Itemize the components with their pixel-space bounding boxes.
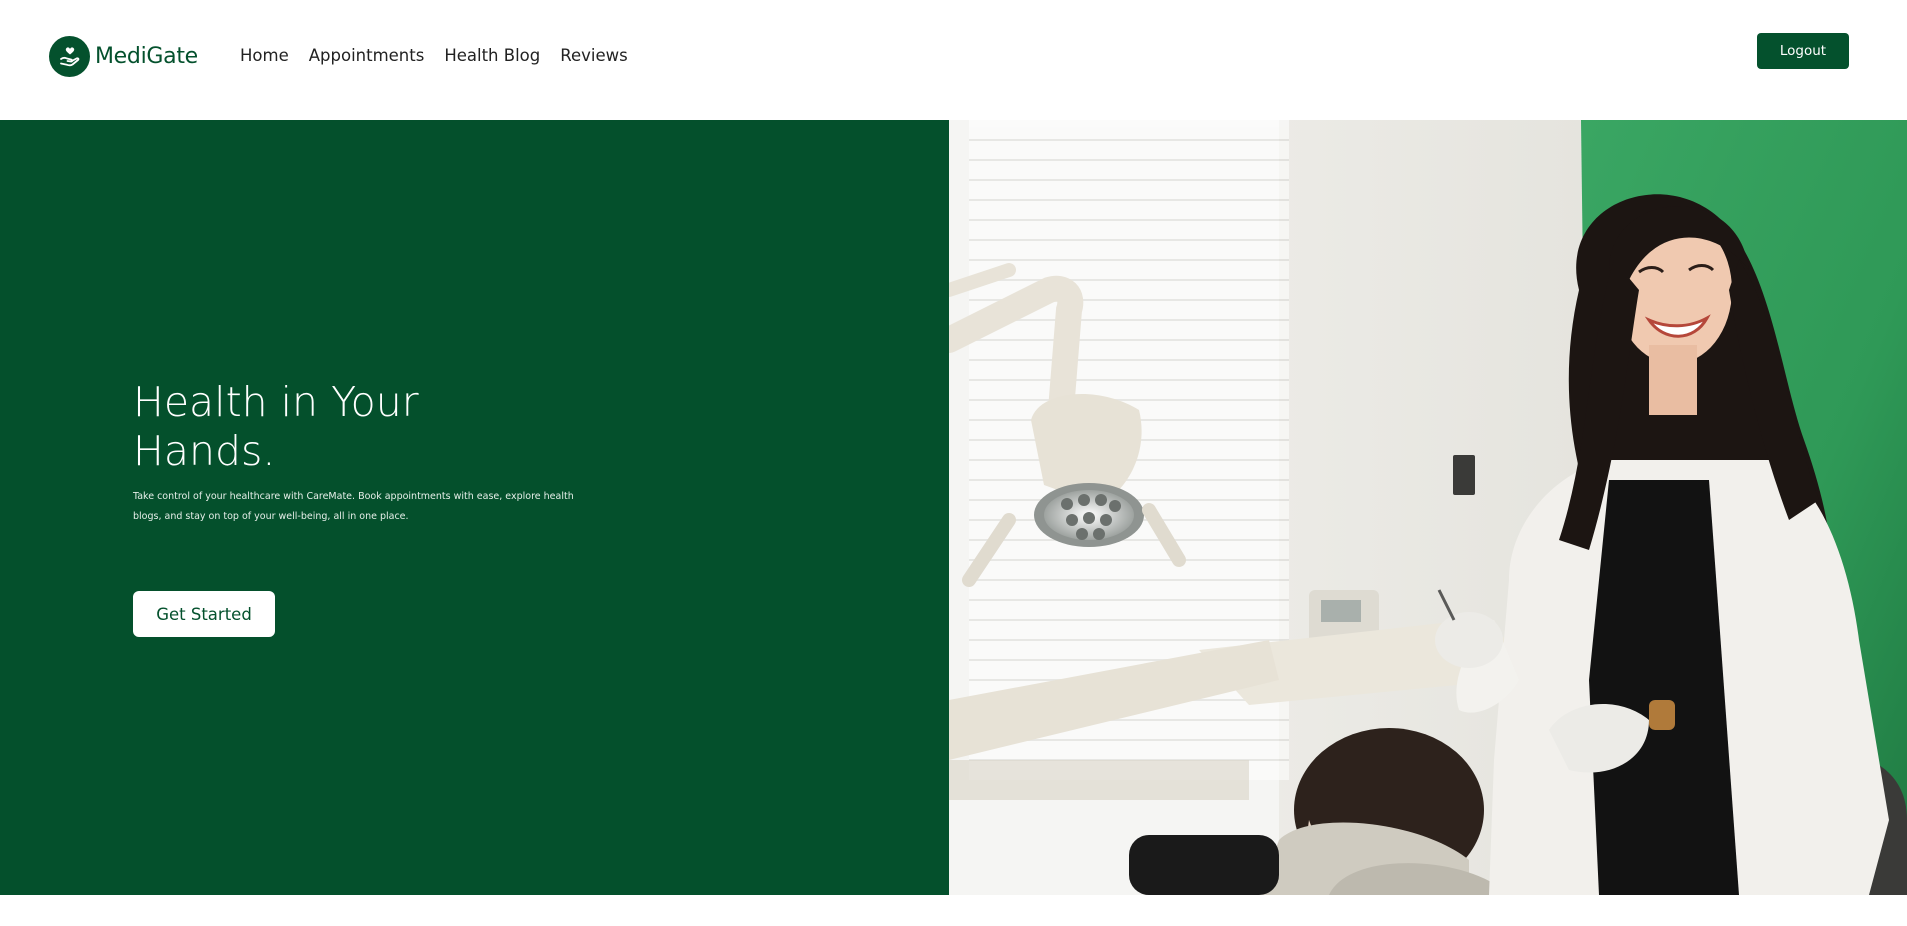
hero-text-panel: Health in Your Hands. Take control of yo… [0,120,949,895]
nav-item-appointments[interactable]: Appointments [309,46,425,65]
get-started-button[interactable]: Get Started [133,591,275,637]
nav-item-home[interactable]: Home [240,46,289,65]
nav-item-health-blog[interactable]: Health Blog [444,46,540,65]
main-nav: Home Appointments Health Blog Reviews [240,46,648,65]
hand-heart-icon [49,36,90,77]
hero-title: Health in Your Hands. [133,378,419,475]
hero-description: Take control of your healthcare with Car… [133,491,574,522]
dentist-photo-illustration [949,120,1907,895]
hero-image [949,120,1907,895]
brand-logo-link[interactable]: MediGate [49,36,198,77]
nav-item-reviews[interactable]: Reviews [560,46,627,65]
logout-button[interactable]: Logout [1757,33,1849,69]
brand-name: MediGate [95,44,198,69]
top-navbar: MediGate Home Appointments Health Blog R… [0,0,1907,120]
